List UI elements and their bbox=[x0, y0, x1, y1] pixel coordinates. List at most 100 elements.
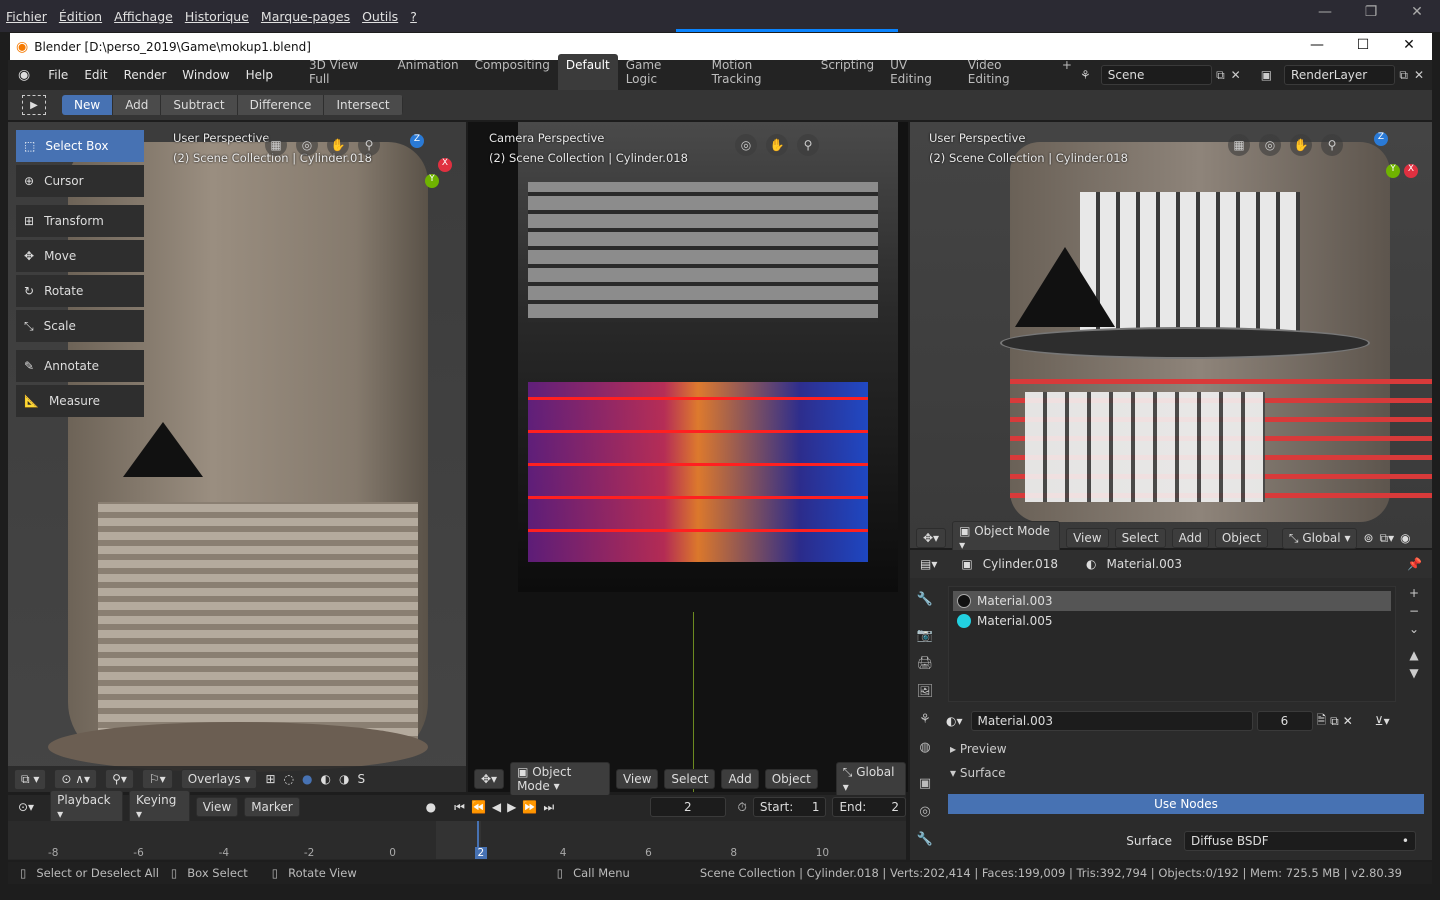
timer-icon[interactable]: ⏱ bbox=[738, 800, 747, 815]
right-object-menu[interactable]: Object bbox=[1214, 528, 1268, 548]
grid-view-icon[interactable]: ▦ bbox=[265, 134, 287, 156]
menu-fichier[interactable]: Fichier bbox=[0, 9, 53, 24]
mode-intersect[interactable]: Intersect bbox=[324, 95, 403, 115]
fake-user-icon[interactable]: 🗎 bbox=[1317, 711, 1327, 732]
pin-icon[interactable]: 📌 bbox=[1407, 557, 1422, 571]
blender-menu-icon[interactable]: ◉ bbox=[8, 67, 40, 83]
center-add-menu[interactable]: Add bbox=[721, 769, 759, 789]
list-item[interactable]: Material.005 bbox=[953, 611, 1391, 631]
jump-end-icon[interactable]: ⏭ bbox=[543, 800, 554, 815]
editor-type-icon[interactable]: ✥▾ bbox=[474, 769, 505, 789]
copy-scene-icon[interactable]: ⧉ bbox=[1216, 68, 1225, 83]
editor-type-icon[interactable]: ⊙▾ bbox=[18, 800, 34, 814]
viewport-center[interactable] bbox=[468, 122, 908, 792]
proportional-icon[interactable]: ⊙ ∧▾ bbox=[54, 769, 98, 789]
tab-default[interactable]: Default bbox=[557, 54, 618, 90]
menu-historique[interactable]: Historique bbox=[179, 9, 255, 24]
timeline-view-menu[interactable]: View bbox=[195, 797, 239, 817]
use-nodes-button[interactable]: Use Nodes bbox=[948, 794, 1424, 814]
shading-wire-icon[interactable]: ◌ bbox=[284, 772, 294, 786]
material-field[interactable]: Material.003 bbox=[970, 711, 1253, 731]
close-icon[interactable]: ✕ bbox=[1394, 4, 1440, 20]
menu-outils[interactable]: Outils bbox=[356, 9, 404, 24]
pivot-icon[interactable]: ⚲▾ bbox=[105, 769, 134, 789]
tab-3d-view-full[interactable]: 3D View Full bbox=[301, 54, 389, 90]
constraints-tab-icon[interactable]: 🔧 bbox=[914, 828, 936, 850]
timeline-marker-menu[interactable]: Marker bbox=[244, 797, 300, 817]
mode-new[interactable]: New bbox=[62, 95, 114, 115]
center-orientation-dropdown[interactable]: ⤡ Global ▾ bbox=[835, 761, 906, 797]
copy-layer-icon[interactable]: ⧉ bbox=[1399, 68, 1408, 83]
menu-window[interactable]: Window bbox=[174, 68, 237, 82]
world-tab-icon[interactable]: ◍ bbox=[914, 736, 936, 758]
tool-transform[interactable]: ⊞ Transform bbox=[16, 205, 144, 237]
gizmo-z-icon[interactable]: Z bbox=[1374, 132, 1388, 146]
minimize-icon[interactable]: — bbox=[1302, 4, 1348, 20]
shading-solid-icon[interactable]: ● bbox=[302, 772, 312, 786]
menu-file[interactable]: File bbox=[40, 68, 76, 82]
mode-difference[interactable]: Difference bbox=[237, 95, 325, 115]
shading-rendered-icon[interactable]: ◑ bbox=[339, 772, 349, 786]
keying-menu[interactable]: Keying ▾ bbox=[129, 790, 190, 824]
camera-view-icon[interactable]: ◎ bbox=[296, 134, 318, 156]
restore-icon[interactable]: ❐ bbox=[1348, 4, 1394, 20]
scene-icon[interactable]: ⚘ bbox=[1080, 68, 1091, 82]
mode-add[interactable]: Add bbox=[113, 95, 162, 115]
start-frame-field[interactable]: Start: 1 bbox=[752, 797, 827, 817]
duplicate-icon[interactable]: ⧉ bbox=[1330, 714, 1339, 729]
play-icon[interactable]: ▶ bbox=[507, 800, 516, 814]
tab-compositing[interactable]: Compositing bbox=[467, 54, 558, 90]
material-browse-icon[interactable]: ◐▾ bbox=[946, 714, 963, 728]
menu-help[interactable]: ? bbox=[404, 9, 423, 24]
tool-move[interactable]: ✥ Move bbox=[16, 240, 144, 272]
tab-game-logic[interactable]: Game Logic bbox=[618, 54, 704, 90]
camera-view-icon[interactable]: ◎ bbox=[1259, 134, 1281, 156]
renderlayer-field[interactable]: RenderLayer bbox=[1284, 65, 1396, 85]
view-layer-tab-icon[interactable]: 🖼 bbox=[914, 680, 936, 702]
next-key-icon[interactable]: ⏩ bbox=[522, 800, 537, 814]
proportional-icon[interactable]: ⧉▾ bbox=[1380, 531, 1395, 546]
playback-menu[interactable]: Playback ▾ bbox=[50, 790, 124, 824]
material-slot-list[interactable]: Material.003 Material.005 bbox=[948, 586, 1396, 702]
jump-start-icon[interactable]: ⏮ bbox=[454, 800, 465, 815]
snap-icon[interactable]: ⊚ bbox=[1363, 531, 1373, 545]
list-item[interactable]: Material.003 bbox=[953, 591, 1391, 611]
remove-layer-icon[interactable]: ✕ bbox=[1414, 68, 1424, 82]
axis-gizmo-left[interactable]: Z X Y bbox=[380, 130, 460, 210]
zoom-icon[interactable]: ⚲ bbox=[797, 134, 819, 156]
camera-view-icon[interactable]: ◎ bbox=[735, 134, 757, 156]
tool-tab-icon[interactable]: 🔧 bbox=[914, 588, 936, 610]
move-up-icon[interactable]: ▲ bbox=[1404, 648, 1424, 662]
render-tab-icon[interactable]: 📷 bbox=[914, 624, 936, 646]
tab-motion-tracking[interactable]: Motion Tracking bbox=[704, 54, 813, 90]
shading-menu-label[interactable]: S bbox=[357, 772, 365, 786]
close-icon[interactable]: ✕ bbox=[1386, 37, 1432, 53]
current-frame-field[interactable]: 2 bbox=[650, 797, 726, 817]
gizmo-x-icon[interactable]: X bbox=[1404, 164, 1418, 178]
center-object-menu[interactable]: Object bbox=[764, 769, 818, 789]
surface-panel[interactable]: ▾ Surface bbox=[950, 766, 1006, 780]
scene-field[interactable]: Scene bbox=[1100, 65, 1213, 85]
add-workspace-icon[interactable]: + bbox=[1054, 54, 1080, 90]
material-users[interactable]: 6 bbox=[1256, 711, 1313, 731]
add-slot-icon[interactable]: + bbox=[1404, 586, 1424, 600]
scene-tab-icon[interactable]: ⚘ bbox=[914, 708, 936, 730]
play-reverse-icon[interactable]: ◀ bbox=[492, 800, 501, 814]
xray-icon[interactable]: ⊞ bbox=[265, 772, 275, 786]
maximize-icon[interactable]: ☐ bbox=[1340, 37, 1386, 53]
menu-edition[interactable]: Édition bbox=[53, 9, 108, 24]
tool-measure[interactable]: 📐 Measure bbox=[16, 385, 144, 417]
timeline-track[interactable]: -8 -6 -4 -2 0 2 4 6 8 10 bbox=[8, 821, 906, 859]
move-down-icon[interactable]: ▼ bbox=[1404, 666, 1424, 680]
tool-annotate[interactable]: ✎ Annotate bbox=[16, 350, 144, 382]
editor-type-icon[interactable]: ▤▾ bbox=[920, 557, 937, 571]
tab-scripting[interactable]: Scripting bbox=[813, 54, 882, 90]
overlays-button[interactable]: Overlays ▾ bbox=[180, 769, 258, 789]
hand-pan-icon[interactable]: ✋ bbox=[327, 134, 349, 156]
menu-marque-pages[interactable]: Marque-pages bbox=[255, 9, 356, 24]
select-box-tool-icon[interactable]: ▶ bbox=[22, 95, 46, 115]
center-view-menu[interactable]: View bbox=[615, 769, 659, 789]
menu-render[interactable]: Render bbox=[116, 68, 175, 82]
right-orientation-dropdown[interactable]: ⤡ Global ▾ bbox=[1281, 527, 1358, 549]
preview-panel[interactable]: ▸ Preview bbox=[950, 742, 1007, 756]
